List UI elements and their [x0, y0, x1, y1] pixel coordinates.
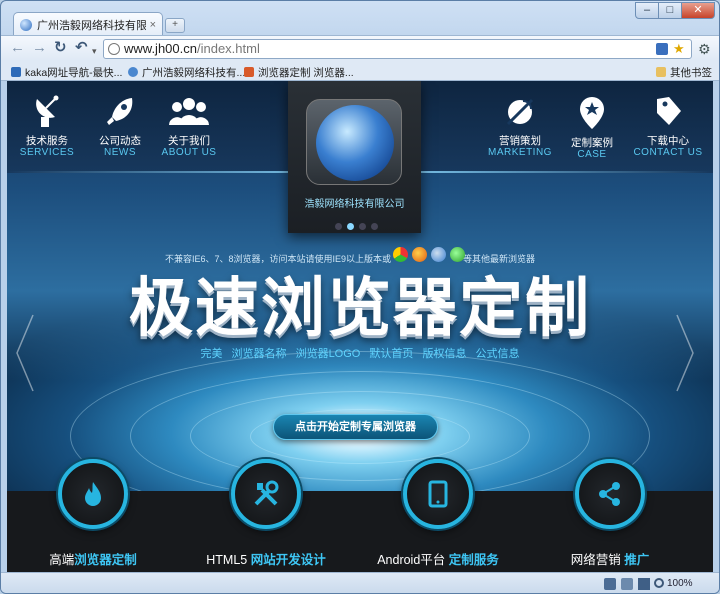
tag-icon: [657, 97, 681, 125]
nav-label-en: SERVICES: [19, 147, 75, 158]
new-tab-button[interactable]: +: [165, 18, 185, 33]
settings-gear-icon[interactable]: ⚙: [698, 41, 711, 58]
back-arrow-icon[interactable]: ←: [10, 40, 25, 56]
url-host: www.jh00.cn: [124, 41, 197, 56]
slider-dot[interactable]: [359, 223, 366, 230]
zoom-magnifier-icon[interactable]: [654, 578, 664, 588]
extension-icon[interactable]: [656, 43, 668, 55]
tools-icon: [254, 480, 279, 506]
page-globe-icon: [108, 43, 120, 55]
rocket-icon: [107, 98, 133, 125]
feature-html5[interactable]: HTML5 网站开发设计: [186, 459, 346, 568]
location-pin-icon: [580, 97, 604, 129]
flame-icon: [85, 482, 101, 506]
feature-android[interactable]: Android平台 定制服务: [358, 459, 518, 568]
address-bar[interactable]: www.jh00.cn/index.html ★: [103, 39, 692, 59]
satellite-icon: [506, 98, 534, 126]
feature-circle: [575, 459, 645, 529]
bookmark-favicon-icon: [11, 67, 21, 77]
feature-circle: [58, 459, 128, 529]
nav-label-cn: 技术服务: [26, 135, 68, 147]
slider-next-arrow-icon[interactable]: [675, 313, 695, 393]
nav-item-download[interactable]: 下载中心 CONTACT US: [633, 95, 703, 159]
url-path: /index.html: [196, 41, 260, 56]
bookmark-item[interactable]: kaka网址导航-最快...: [11, 65, 122, 80]
nav-label-cn: 定制案例: [571, 137, 613, 149]
close-window-button[interactable]: ✕: [681, 2, 715, 19]
maximize-button[interactable]: □: [658, 2, 682, 19]
tab-close-icon[interactable]: ×: [150, 19, 156, 31]
other-bookmarks[interactable]: 其他书签: [656, 65, 712, 80]
zoom-level[interactable]: 100%: [667, 578, 693, 589]
reload-icon[interactable]: ↻: [54, 40, 67, 56]
start-customize-button[interactable]: 点击开始定制专属浏览器: [273, 414, 438, 440]
feature-label: HTML5 网站开发设计: [206, 553, 326, 567]
tablet-icon: [428, 480, 448, 508]
feature-browser-custom[interactable]: 高端浏览器定制: [13, 459, 173, 568]
bookmarks-bar: kaka网址导航-最快... 广州浩毅网络科技有... 浏览器定制 浏览器...…: [1, 61, 719, 81]
feature-marketing[interactable]: 网络营销 推广: [530, 459, 690, 568]
web-page: 技术服务 SERVICES 公司动态 NEWS 关于我们 ABOUT US 营销…: [7, 81, 713, 572]
feature-circle: [231, 459, 301, 529]
nav-label-en: CASE: [577, 149, 607, 160]
bookmark-favicon-icon: [128, 67, 138, 77]
nav-item-case[interactable]: 定制案例 CASE: [557, 95, 627, 161]
people-icon: [169, 98, 209, 125]
feature-label: 高端浏览器定制: [49, 553, 137, 567]
clean-icon[interactable]: [621, 578, 633, 590]
slider-dot[interactable]: [335, 223, 342, 230]
logo-glass: [306, 99, 402, 185]
nav-label-cn: 营销策划: [499, 135, 541, 147]
status-bar: 100%: [1, 572, 719, 593]
nav-label-en: CONTACT US: [633, 147, 703, 158]
browser-tab[interactable]: 广州浩毅网络科技有限公... ×: [13, 12, 163, 36]
hero-subtitle: 完美 浏览器名称 浏览器LOGO 默认首页 版权信息 公式信息: [200, 348, 520, 360]
dropdown-chevron-icon[interactable]: ▾: [92, 43, 97, 59]
tab-title: 广州浩毅网络科技有限公...: [37, 19, 146, 32]
nav-label-en: NEWS: [104, 147, 136, 158]
site-logo[interactable]: 浩毅网络科技有限公司: [288, 81, 421, 233]
share-icon: [599, 482, 620, 506]
globe-favicon-icon: [20, 18, 32, 31]
nav-item-services[interactable]: 技术服务 SERVICES: [12, 95, 82, 159]
bookmark-item[interactable]: 广州浩毅网络科技有...: [128, 65, 245, 80]
browser-window: 广州浩毅网络科技有限公... × + – □ ✕ ← → ↻ ↶ ▾ www.j…: [0, 0, 720, 594]
satellite-dish-icon: [36, 95, 59, 127]
nav-item-about[interactable]: 关于我们 ABOUT US: [154, 95, 224, 159]
nav-item-marketing[interactable]: 营销策划 MARKETING: [485, 95, 555, 159]
screen-icon[interactable]: [638, 578, 650, 590]
history-back-icon[interactable]: ↶: [75, 40, 88, 56]
nav-item-news[interactable]: 公司动态 NEWS: [85, 95, 155, 159]
slider-dot[interactable]: [371, 223, 378, 230]
hero-headline: 极速浏览器定制: [129, 272, 591, 346]
folder-icon: [656, 67, 666, 77]
slider-prev-arrow-icon[interactable]: [15, 313, 35, 393]
nav-label-en: MARKETING: [488, 147, 552, 158]
forward-arrow-icon[interactable]: →: [32, 40, 47, 56]
minimize-button[interactable]: –: [635, 2, 659, 19]
company-name: 浩毅网络科技有限公司: [304, 199, 405, 210]
nav-label-cn: 下载中心: [647, 135, 689, 147]
nav-label-cn: 公司动态: [99, 135, 141, 147]
nav-label-en: ABOUT US: [161, 147, 217, 158]
star-bookmark-icon[interactable]: ★: [673, 42, 685, 55]
globe-logo-icon: [316, 105, 394, 181]
browser-toolbar: ← → ↻ ↶ ▾ www.jh00.cn/index.html ★ ⚙: [1, 35, 719, 61]
feature-circle: [403, 459, 473, 529]
nav-label-cn: 关于我们: [168, 135, 210, 147]
feature-label: Android平台 定制服务: [377, 553, 499, 567]
tab-strip: 广州浩毅网络科技有限公... × + – □ ✕: [1, 1, 719, 36]
bookmark-favicon-icon: [244, 67, 254, 77]
download-icon[interactable]: [604, 578, 616, 590]
feature-label: 网络营销 推广: [570, 553, 650, 567]
bookmark-item[interactable]: 浏览器定制 浏览器...: [244, 65, 354, 80]
slider-dot-active[interactable]: [347, 223, 354, 230]
